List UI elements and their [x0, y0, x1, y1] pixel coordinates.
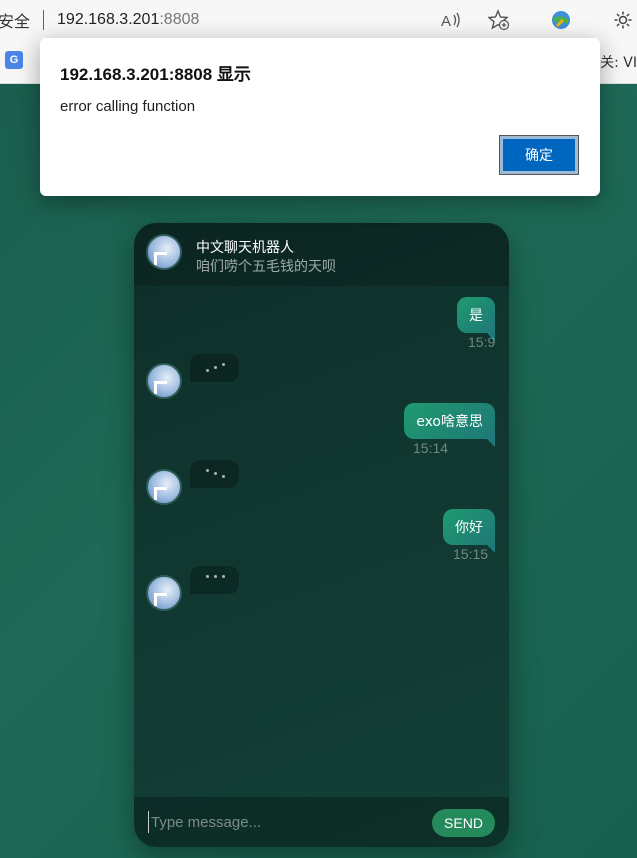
typing-dot — [222, 475, 225, 478]
chat-window: 中文聊天机器人 咱们唠个五毛钱的天呗 是 15:9 exo啥意思 15:14 你… — [134, 223, 509, 847]
url-port: :8808 — [159, 11, 200, 28]
bot-typing-bubble — [190, 354, 239, 382]
typing-dot — [206, 575, 209, 578]
bot-typing-bubble — [190, 460, 239, 488]
typing-dot — [206, 369, 209, 372]
user-message-bubble: 是 — [457, 297, 495, 341]
dialog-ok-button[interactable]: 确定 — [499, 135, 579, 175]
browser-address-bar[interactable]: 安全 192.168.3.201:8808 A — [0, 0, 637, 40]
url-text[interactable]: 192.168.3.201:8808 — [57, 11, 199, 29]
typing-dot — [214, 472, 217, 475]
address-separator — [43, 10, 45, 30]
favorite-item-right[interactable]: 关: VI — [600, 52, 637, 72]
bot-avatar — [146, 575, 182, 611]
message-time: 15:14 — [413, 440, 449, 456]
message-time: 15:9 — [468, 334, 496, 350]
typing-dot — [206, 469, 209, 472]
message-input[interactable] — [148, 811, 418, 833]
typing-dot — [214, 366, 217, 369]
bot-typing-bubble — [190, 566, 239, 594]
bot-avatar — [146, 363, 182, 399]
bot-avatar — [146, 234, 182, 270]
dialog-message: error calling function — [60, 98, 196, 115]
send-button[interactable]: SEND — [432, 809, 495, 837]
alert-dialog: 192.168.3.201:8808 显示 error calling func… — [40, 38, 600, 196]
message-time: 15:15 — [453, 546, 489, 562]
add-favorite-icon[interactable] — [487, 8, 511, 32]
message-text: 你好 — [455, 520, 483, 536]
user-message-bubble: 你好 — [443, 509, 495, 553]
bot-avatar — [146, 469, 182, 505]
url-host: 192.168.3.201 — [57, 11, 160, 28]
chat-header: 中文聊天机器人 咱们唠个五毛钱的天呗 — [134, 223, 509, 286]
message-composer: SEND — [134, 797, 509, 847]
typing-dot — [214, 575, 217, 578]
message-text: 是 — [469, 308, 483, 324]
svg-text:A: A — [441, 13, 451, 29]
translate-favorite-icon[interactable]: G — [5, 51, 23, 69]
chat-title: 中文聊天机器人 — [196, 240, 294, 256]
address-bar-icons: A — [439, 0, 637, 40]
extension-icon[interactable] — [549, 8, 573, 32]
security-indicator[interactable]: 安全 — [0, 8, 30, 32]
read-aloud-icon[interactable]: A — [439, 8, 463, 32]
chat-subtitle: 咱们唠个五毛钱的天呗 — [196, 259, 336, 275]
typing-dot — [222, 363, 225, 366]
dialog-title: 192.168.3.201:8808 显示 — [60, 65, 251, 84]
message-text: exo啥意思 — [416, 414, 483, 430]
user-message-bubble: exo啥意思 — [404, 403, 495, 447]
settings-gear-icon[interactable] — [611, 8, 635, 32]
typing-dot — [222, 575, 225, 578]
